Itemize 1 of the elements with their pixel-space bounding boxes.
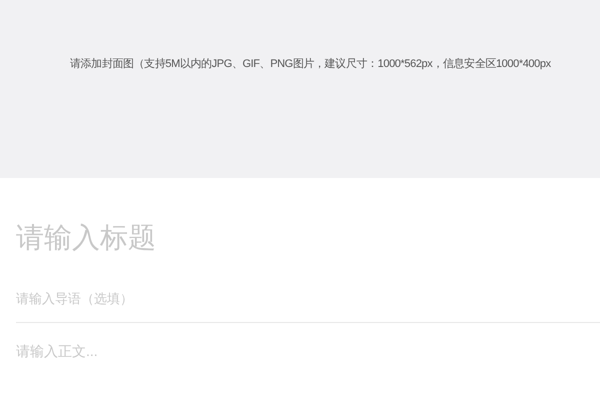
cover-upload-prompt[interactable]: 请添加封面图（支持5M以内的JPG、GIF、PNG图片，建议尺寸：1000*562px，信息安全区1000*400px	[70, 56, 551, 71]
